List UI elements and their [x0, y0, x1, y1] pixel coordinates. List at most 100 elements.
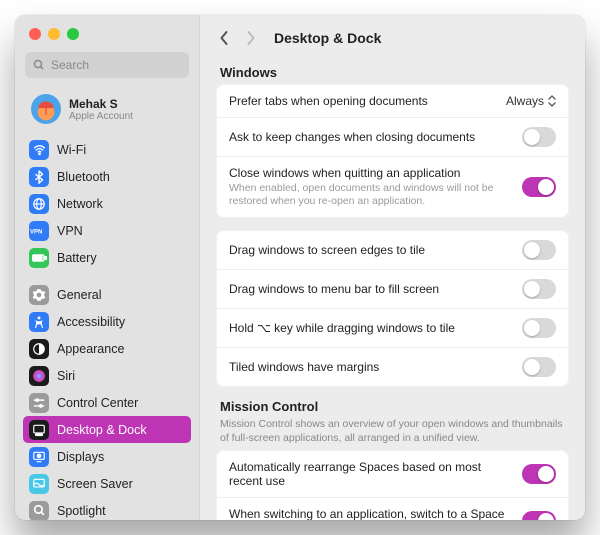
- account-row[interactable]: Mehak S Apple Account: [25, 90, 189, 128]
- section-heading-mission: Mission Control: [220, 399, 569, 414]
- sidebar-item-label: Wi-Fi: [57, 143, 86, 157]
- sidebar-item-label: General: [57, 288, 101, 302]
- label-drag-edges: Drag windows to screen edges to tile: [229, 243, 512, 257]
- close-window-button[interactable]: [29, 28, 41, 40]
- label-prefer-tabs: Prefer tabs when opening documents: [229, 94, 496, 108]
- row-switch-space: When switching to an application, switch…: [217, 498, 568, 520]
- page-title: Desktop & Dock: [274, 30, 381, 46]
- appear-icon: [29, 339, 49, 359]
- sidebar-item-displays[interactable]: Displays: [23, 443, 191, 470]
- main-pane: Desktop & Dock Windows Prefer tabs when …: [200, 15, 585, 520]
- toggle-close-quit[interactable]: [522, 177, 556, 197]
- up-down-icon: [548, 95, 556, 107]
- search-input[interactable]: Search: [25, 52, 189, 78]
- sidebar-item-accessibility[interactable]: Accessibility: [23, 308, 191, 335]
- sidebar-item-wi-fi[interactable]: Wi-Fi: [23, 136, 191, 163]
- access-icon: [29, 312, 49, 332]
- toggle-drag-edges[interactable]: [522, 240, 556, 260]
- label-switch-space: When switching to an application, switch…: [229, 507, 512, 520]
- umbrella-icon: [36, 99, 56, 119]
- sidebar-item-battery[interactable]: Battery: [23, 244, 191, 271]
- search-icon: [29, 501, 49, 521]
- sidebar-item-appearance[interactable]: Appearance: [23, 335, 191, 362]
- section-heading-windows: Windows: [220, 65, 569, 80]
- sidebar-item-general[interactable]: General: [23, 281, 191, 308]
- minimize-window-button[interactable]: [48, 28, 60, 40]
- section-sub-mission: Mission Control shows an overview of you…: [220, 418, 565, 445]
- sidebar-item-label: Siri: [57, 369, 75, 383]
- sidebar-list: Wi-Fi Bluetooth Network VPN VPN Battery Genera…: [15, 132, 199, 520]
- sidebar-item-screen-saver[interactable]: Screen Saver: [23, 470, 191, 497]
- gear-icon: [29, 285, 49, 305]
- sliders-icon: [29, 393, 49, 413]
- card-windows-2: Drag windows to screen edges to tile Dra…: [216, 230, 569, 387]
- sidebar-item-label: Network: [57, 197, 103, 211]
- row-tiled-margins: Tiled windows have margins: [217, 348, 568, 386]
- sidebar-item-label: Control Center: [57, 396, 138, 410]
- label-drag-menubar: Drag windows to menu bar to fill screen: [229, 282, 512, 296]
- back-button[interactable]: [216, 30, 232, 46]
- card-windows-1: Prefer tabs when opening documents Alway…: [216, 84, 569, 218]
- sidebar-item-vpn[interactable]: VPN VPN: [23, 217, 191, 244]
- label-close-quit: Close windows when quitting an applicati…: [229, 166, 512, 180]
- toggle-auto-spaces[interactable]: [522, 464, 556, 484]
- forward-button[interactable]: [242, 30, 258, 46]
- dock-icon: [29, 420, 49, 440]
- wifi-icon: [29, 140, 49, 160]
- chevron-left-icon: [219, 30, 230, 46]
- saver-icon: [29, 474, 49, 494]
- toggle-tiled-margins[interactable]: [522, 357, 556, 377]
- sidebar: Search Mehak S Apple Account Wi-Fi Blueto…: [15, 15, 200, 520]
- sidebar-item-control-center[interactable]: Control Center: [23, 389, 191, 416]
- label-tiled-margins: Tiled windows have margins: [229, 360, 512, 374]
- row-auto-spaces: Automatically rearrange Spaces based on …: [217, 451, 568, 498]
- row-prefer-tabs: Prefer tabs when opening documents Alway…: [217, 85, 568, 118]
- label-auto-spaces: Automatically rearrange Spaces based on …: [229, 460, 512, 488]
- row-ask-keep: Ask to keep changes when closing documen…: [217, 118, 568, 157]
- account-sub: Apple Account: [69, 111, 133, 122]
- battery-icon: [29, 248, 49, 268]
- label-ask-keep: Ask to keep changes when closing documen…: [229, 130, 512, 144]
- sidebar-item-label: Screen Saver: [57, 477, 133, 491]
- display-icon: [29, 447, 49, 467]
- card-mission: Automatically rearrange Spaces based on …: [216, 450, 569, 520]
- toggle-drag-menubar[interactable]: [522, 279, 556, 299]
- sidebar-item-siri[interactable]: Siri: [23, 362, 191, 389]
- avatar: [31, 94, 61, 124]
- chevron-right-icon: [245, 30, 256, 46]
- sidebar-item-label: Bluetooth: [57, 170, 110, 184]
- siri-icon: [29, 366, 49, 386]
- label-hold-option: Hold ⌥ key while dragging windows to til…: [229, 321, 512, 335]
- row-close-quit: Close windows when quitting an applicati…: [217, 157, 568, 217]
- sidebar-item-label: Battery: [57, 251, 97, 265]
- bt-icon: [29, 167, 49, 187]
- content-scroll[interactable]: Windows Prefer tabs when opening documen…: [200, 61, 585, 520]
- sidebar-item-label: Desktop & Dock: [57, 423, 147, 437]
- sidebar-item-label: Appearance: [57, 342, 124, 356]
- row-hold-option: Hold ⌥ key while dragging windows to til…: [217, 309, 568, 348]
- settings-window: Search Mehak S Apple Account Wi-Fi Blueto…: [15, 15, 585, 520]
- dropdown-prefer-tabs[interactable]: Always: [506, 94, 556, 108]
- account-name: Mehak S: [69, 97, 133, 111]
- fullscreen-window-button[interactable]: [67, 28, 79, 40]
- topbar: Desktop & Dock: [200, 15, 585, 61]
- svg-text:VPN: VPN: [30, 229, 42, 235]
- globe-icon: [29, 194, 49, 214]
- search-icon: [33, 59, 45, 71]
- toggle-ask-keep[interactable]: [522, 127, 556, 147]
- sidebar-item-network[interactable]: Network: [23, 190, 191, 217]
- vpn-icon: VPN: [29, 221, 49, 241]
- desc-close-quit: When enabled, open documents and windows…: [229, 182, 512, 208]
- toggle-switch-space[interactable]: [522, 511, 556, 520]
- sidebar-item-spotlight[interactable]: Spotlight: [23, 497, 191, 520]
- row-drag-edges: Drag windows to screen edges to tile: [217, 231, 568, 270]
- toggle-hold-option[interactable]: [522, 318, 556, 338]
- sidebar-item-desktop-dock[interactable]: Desktop & Dock: [23, 416, 191, 443]
- sidebar-item-label: VPN: [57, 224, 83, 238]
- window-controls: [15, 15, 199, 50]
- row-drag-menubar: Drag windows to menu bar to fill screen: [217, 270, 568, 309]
- sidebar-item-bluetooth[interactable]: Bluetooth: [23, 163, 191, 190]
- sidebar-item-label: Spotlight: [57, 504, 106, 518]
- sidebar-item-label: Displays: [57, 450, 104, 464]
- sidebar-item-label: Accessibility: [57, 315, 125, 329]
